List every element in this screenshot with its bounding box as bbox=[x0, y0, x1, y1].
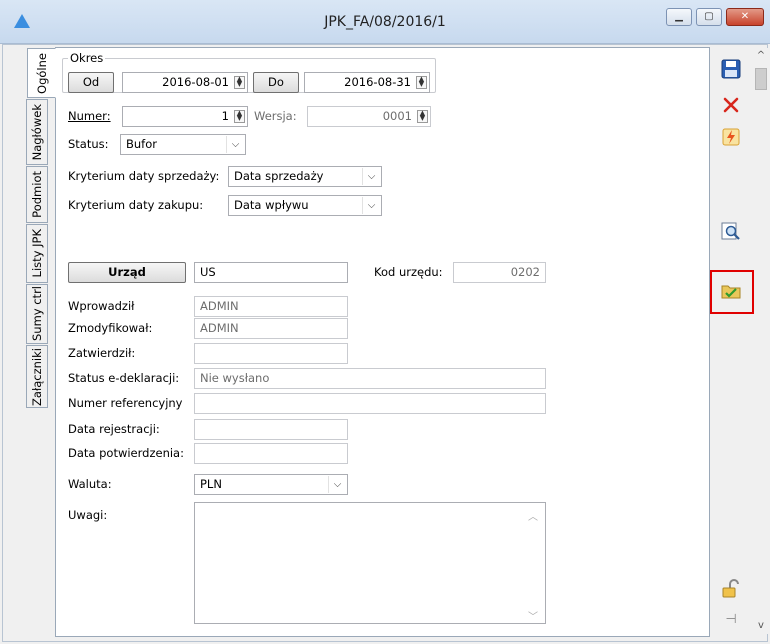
od-date-field[interactable]: 2016-08-01 ▲ ▼ bbox=[122, 72, 248, 93]
status-label: Status: bbox=[68, 137, 109, 151]
spin-icon[interactable]: ▲ ▼ bbox=[234, 76, 245, 89]
chevron-up-icon[interactable]: ︿ bbox=[527, 508, 539, 523]
maximize-button[interactable]: ▢ bbox=[696, 8, 722, 26]
od-button[interactable]: Od bbox=[68, 72, 114, 93]
window-title: JPK_FA/08/2016/1 bbox=[324, 14, 446, 30]
scroll-up-icon[interactable]: ^ bbox=[754, 50, 768, 64]
numer-label: Numer: bbox=[68, 109, 111, 123]
tab-listy-jpk[interactable]: Listy JPK bbox=[26, 224, 48, 283]
approve-folder-icon[interactable] bbox=[720, 280, 742, 302]
chevron-down-icon: ⌵ bbox=[328, 476, 346, 493]
pin-icon[interactable]: ⊣ bbox=[720, 608, 742, 630]
data-rejestracji-label: Data rejestracji: bbox=[68, 422, 160, 436]
zatwierdzil-field bbox=[194, 343, 348, 364]
kryterium-zakupu-select[interactable]: Data wpływu ⌵ bbox=[228, 195, 382, 216]
zmodyfikowal-label: Zmodyfikował: bbox=[68, 321, 153, 335]
zatwierdzil-label: Zatwierdził: bbox=[68, 346, 136, 360]
uwagi-label: Uwagi: bbox=[68, 508, 108, 522]
do-button[interactable]: Do bbox=[253, 72, 299, 93]
preview-icon[interactable] bbox=[720, 220, 742, 242]
kryterium-sprzedazy-select[interactable]: Data sprzedaży ⌵ bbox=[228, 166, 382, 187]
wprowadzil-field: ADMIN bbox=[194, 296, 348, 317]
status-edeklaracji-field: Nie wysłano bbox=[194, 368, 546, 389]
status-edeklaracji-label: Status e-deklaracji: bbox=[68, 371, 180, 385]
chevron-down-icon: ⌵ bbox=[226, 136, 244, 153]
tab-ogolne[interactable]: Ogólne bbox=[27, 48, 56, 98]
data-potwierdzenia-label: Data potwierdzenia: bbox=[68, 446, 184, 460]
kod-urzedu-label: Kod urzędu: bbox=[374, 265, 443, 279]
minimize-button[interactable]: ▁ bbox=[666, 8, 692, 26]
tab-podmiot[interactable]: Podmiot bbox=[26, 166, 48, 223]
tab-naglowek[interactable]: Nagłówek bbox=[26, 99, 48, 165]
kod-urzedu-field[interactable]: 0202 bbox=[453, 262, 546, 283]
scroll-down-icon[interactable]: v bbox=[754, 620, 768, 634]
spin-icon[interactable]: ▲ ▼ bbox=[416, 76, 427, 89]
scroll-thumb[interactable] bbox=[755, 68, 767, 90]
waluta-select[interactable]: PLN ⌵ bbox=[194, 474, 348, 495]
save-icon[interactable] bbox=[720, 58, 742, 80]
okres-label: Okres bbox=[68, 51, 106, 65]
delete-icon[interactable] bbox=[720, 94, 742, 116]
data-potwierdzenia-field bbox=[194, 443, 348, 464]
do-date-field[interactable]: 2016-08-31 ▲ ▼ bbox=[304, 72, 430, 93]
status-select[interactable]: Bufor ⌵ bbox=[120, 134, 246, 155]
wersja-field[interactable]: 0001 ▲ ▼ bbox=[307, 106, 431, 127]
urzad-button[interactable]: Urząd bbox=[68, 262, 186, 283]
wersja-label: Wersja: bbox=[254, 109, 297, 123]
tab-sumy-ctrl[interactable]: Sumy ctrl bbox=[26, 284, 48, 344]
zmodyfikowal-field: ADMIN bbox=[194, 318, 348, 339]
urzad-field[interactable]: US bbox=[194, 262, 348, 283]
numer-referencyjny-field bbox=[194, 393, 546, 414]
chevron-down-icon: ⌵ bbox=[362, 168, 380, 185]
data-rejestracji-field bbox=[194, 419, 348, 440]
unlock-icon[interactable] bbox=[720, 578, 742, 600]
numer-field[interactable]: 1 ▲ ▼ bbox=[122, 106, 248, 127]
tab-zalaczniki[interactable]: Załączniki bbox=[26, 345, 48, 408]
wprowadzil-label: Wprowadził bbox=[68, 299, 135, 313]
kryterium-sprzedazy-label: Kryterium daty sprzedaży: bbox=[68, 169, 220, 183]
kryterium-zakupu-label: Kryterium daty zakupu: bbox=[68, 198, 204, 212]
waluta-label: Waluta: bbox=[68, 477, 112, 491]
lightning-icon[interactable] bbox=[720, 126, 742, 148]
uwagi-textarea[interactable] bbox=[194, 502, 546, 624]
vertical-scrollbar[interactable] bbox=[754, 48, 768, 634]
spin-icon[interactable]: ▲ ▼ bbox=[234, 110, 245, 123]
numer-referencyjny-label: Numer referencyjny bbox=[68, 396, 183, 410]
chevron-down-icon[interactable]: ﹀ bbox=[527, 608, 539, 623]
close-window-button[interactable]: ✕ bbox=[726, 8, 764, 26]
chevron-down-icon: ⌵ bbox=[362, 197, 380, 214]
spin-icon[interactable]: ▲ ▼ bbox=[417, 110, 428, 123]
